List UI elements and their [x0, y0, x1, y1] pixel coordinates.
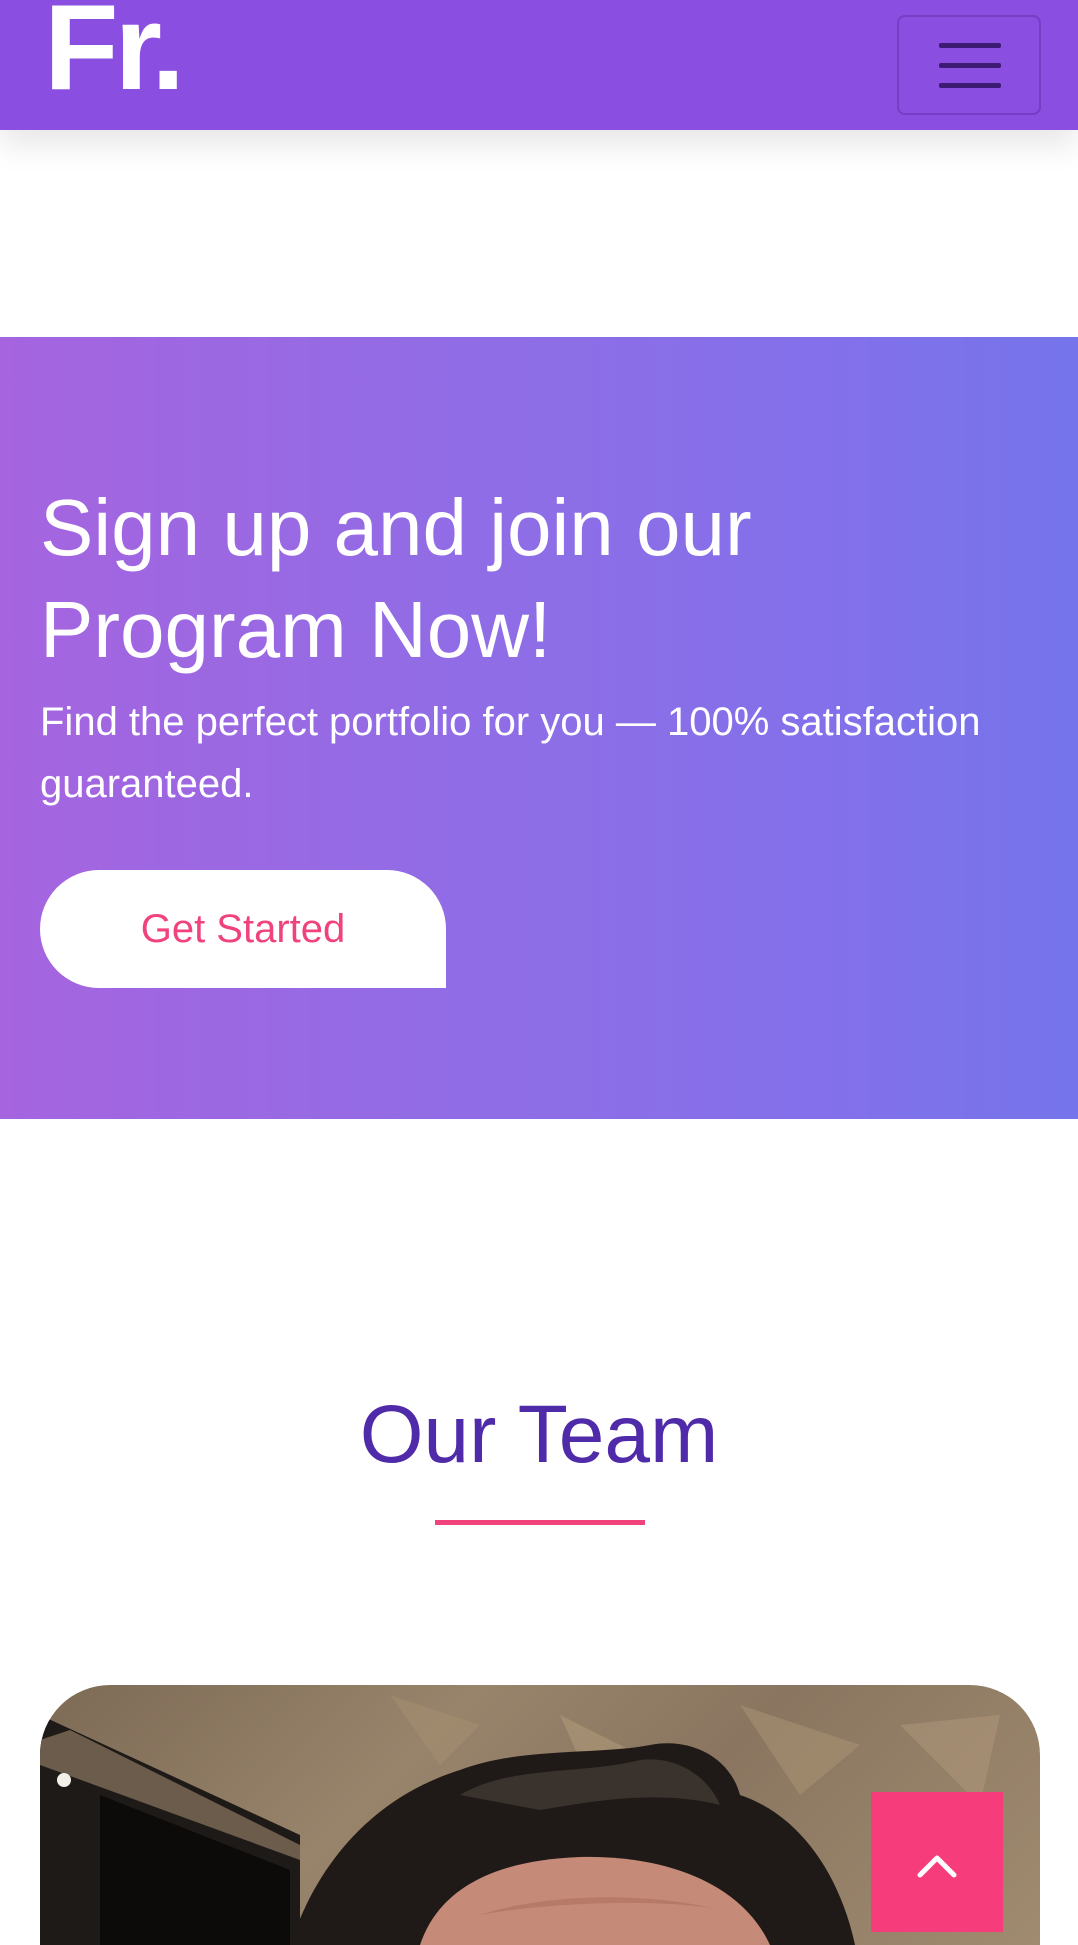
hamburger-menu-icon: [939, 43, 1001, 48]
team-section-title: Our Team: [359, 1389, 719, 1480]
menu-toggle-button[interactable]: [897, 15, 1041, 115]
title-underline: [435, 1520, 645, 1525]
back-to-top-button[interactable]: [871, 1792, 1003, 1932]
signup-subtitle: Find the perfect portfolio for you — 100…: [40, 700, 981, 806]
signup-title: Sign up and join our Program Now!: [40, 483, 752, 674]
hamburger-menu-icon-bar: [939, 83, 1001, 88]
hamburger-menu-icon-bar: [939, 63, 1001, 68]
brand-logo[interactable]: Fr.: [44, 0, 185, 108]
navbar: Fr.: [0, 0, 1078, 130]
chevron-up-icon: [917, 1855, 957, 1878]
signup-banner: Sign up and join our Program Now! Find t…: [0, 337, 1078, 1119]
get-started-button[interactable]: Get Started: [40, 870, 446, 988]
